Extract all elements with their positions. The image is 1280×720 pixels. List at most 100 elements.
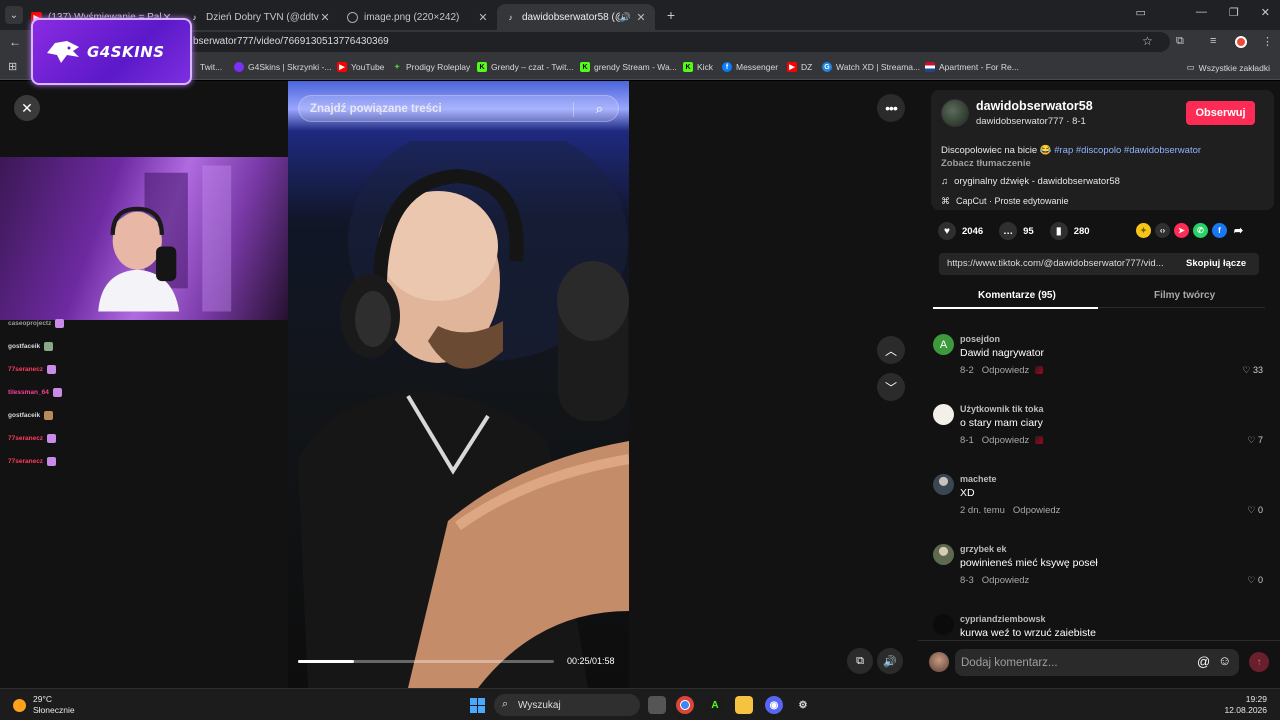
apps-grid-icon[interactable]: ⊞ (8, 60, 17, 73)
tab-comments[interactable]: Komentarze (95) (978, 290, 1056, 301)
speaker-icon[interactable]: 🔊 (620, 12, 631, 23)
copy-link-button[interactable]: Skopiuj łącze (1186, 258, 1246, 269)
close-tab-icon[interactable]: ✕ (319, 11, 331, 24)
extensions-icon[interactable]: ⧉ (1176, 35, 1184, 48)
author-avatar[interactable] (941, 99, 969, 127)
taskbar-search[interactable]: ⌕ Wyszukaj (494, 694, 640, 716)
comment-like-button[interactable]: ♡ 7 (1247, 435, 1263, 446)
translate-link[interactable]: Zobacz tłumaczenie (941, 158, 1031, 169)
send-icon[interactable]: ➤ (1174, 223, 1189, 238)
previous-video-icon[interactable]: ︿ (877, 336, 905, 364)
commenter-avatar[interactable] (933, 614, 954, 635)
tab-creator-videos[interactable]: Filmy twórcy (1154, 290, 1215, 301)
profile-avatar[interactable] (1235, 36, 1247, 48)
back-arrow-icon[interactable]: ← (4, 35, 26, 49)
reply-button[interactable]: Odpowiedz (982, 435, 1030, 446)
bookmark-item[interactable]: Twit... (200, 62, 222, 72)
chrome-icon[interactable] (676, 696, 694, 714)
commenter-name[interactable]: grzybek ek (960, 544, 1007, 554)
post-comment-button[interactable]: ↑ (1249, 652, 1269, 672)
comment-like-button[interactable]: ♡ 0 (1247, 575, 1263, 586)
bookmark-item[interactable]: f Messenger (722, 62, 778, 72)
author-username[interactable]: dawidobserwator58 (976, 99, 1093, 113)
more-options-icon[interactable]: ••• (877, 94, 905, 122)
bookmark-item[interactable]: Apartment - For Re... (925, 62, 1019, 72)
comment-like-count: 0 (1257, 505, 1263, 515)
file-explorer-icon[interactable] (735, 696, 753, 714)
comment-meta: 8-1 Odpowiedz (960, 435, 1044, 446)
arc-app-icon[interactable]: A (706, 696, 724, 714)
url-text[interactable]: bserwator777/video/7669130513776430369 (193, 36, 389, 47)
discord-icon[interactable]: ◉ (765, 696, 783, 714)
commenter-avatar[interactable] (933, 474, 954, 495)
bookmark-item[interactable]: G Watch XD | Streama... (822, 62, 920, 72)
volume-icon[interactable]: 🔊 (877, 648, 903, 674)
commenter-name[interactable]: posejdon (960, 334, 1000, 344)
commenter-avatar[interactable]: A (933, 334, 954, 355)
save-button[interactable]: ▮ 280 (1049, 222, 1090, 240)
bookmark-item[interactable]: Kgrendy Stream - Wa... (580, 62, 677, 72)
commenter-avatar[interactable] (933, 544, 954, 565)
menu-dots-icon[interactable]: ⋮ (1262, 35, 1273, 48)
commenter-avatar[interactable] (933, 404, 954, 425)
video-player[interactable]: Znajdź powiązane treści ⌕ 00:25/01:58 (288, 81, 629, 688)
browser-tab[interactable]: ♪ Dzień Dobry TVN (@ddtvn) | Tik ✕ (181, 4, 339, 30)
restore-icon[interactable]: ❐ (1229, 6, 1239, 19)
related-search-bar[interactable]: Znajdź powiązane treści ⌕ (298, 95, 619, 122)
task-view-icon[interactable] (648, 696, 666, 714)
emote-icon (47, 434, 57, 443)
close-tab-icon[interactable]: ✕ (477, 11, 489, 24)
search-icon[interactable]: ⌕ (596, 101, 603, 117)
youtube-icon: ▶ (787, 62, 797, 72)
whatsapp-icon[interactable]: ✆ (1193, 223, 1208, 238)
add-comment-input[interactable] (955, 649, 1189, 676)
system-clock[interactable]: 19:29 12.08.2026 (1224, 694, 1267, 716)
comment-like-button[interactable]: ♡ 33 (1242, 365, 1263, 376)
media-controls-icon[interactable]: ≡ (1210, 35, 1216, 47)
reply-button[interactable]: Odpowiedz (1013, 505, 1061, 516)
follow-button[interactable]: Obserwuj (1186, 101, 1255, 125)
bookmark-item[interactable]: K Grendy – czat - Twit... (477, 62, 574, 72)
all-bookmarks-folder[interactable]: ▭ Wszystkie zakładki (1187, 62, 1270, 73)
tab-search-button[interactable]: ⌄ (5, 6, 23, 24)
floating-player-icon[interactable]: ⧉ (847, 648, 873, 674)
mention-icon[interactable]: @ (1197, 654, 1210, 669)
minimize-icon[interactable]: — (1196, 6, 1207, 19)
emoji-icon[interactable]: ☺ (1218, 653, 1231, 668)
facebook-icon[interactable]: f (1212, 223, 1227, 238)
bookmark-item[interactable]: K Kick (683, 62, 713, 72)
windows-start-icon[interactable] (470, 698, 485, 713)
commenter-name[interactable]: Użytkownik tik toka (960, 404, 1044, 414)
share-link-url[interactable]: https://www.tiktok.com/@dawidobserwator7… (947, 258, 1172, 269)
like-button[interactable]: ♥ 2046 (938, 222, 983, 240)
hashtags-link[interactable]: #rap #discopolo #dawidobserwator (1054, 145, 1201, 156)
browser-tab-active[interactable]: ♪ dawidobserwator58 (@daw 🔊 ✕ (497, 4, 655, 30)
close-window-icon[interactable]: ✕ (1261, 6, 1270, 19)
reply-button[interactable]: Odpowiedz (982, 365, 1030, 376)
sound-link[interactable]: ♫ oryginalny dźwięk - dawidobserwator58 (941, 176, 1120, 187)
weather-widget[interactable]: 29°C Słonecznie (13, 694, 75, 716)
capcut-link[interactable]: ⌘ CapCut · Proste edytowanie (941, 196, 1069, 207)
bookmark-item[interactable]: ▶ DZ (787, 62, 812, 72)
video-progress-bar[interactable] (298, 660, 554, 663)
reply-button[interactable]: Odpowiedz (982, 575, 1030, 586)
comment-date: 2 dn. temu (960, 505, 1005, 516)
bookmark-item[interactable]: G4Skins | Skrzynki -... (234, 62, 331, 72)
cast-icon[interactable]: ▭ (1136, 6, 1146, 19)
browser-tab[interactable]: image.png (220×242) ✕ (339, 4, 497, 30)
bookmark-star-icon[interactable]: ☆ (1142, 34, 1153, 48)
commenter-name[interactable]: machete (960, 474, 997, 484)
comment-like-button[interactable]: ♡ 0 (1247, 505, 1263, 516)
next-video-icon[interactable]: ﹀ (877, 373, 905, 401)
new-tab-button[interactable]: + (661, 7, 681, 23)
coin-icon[interactable]: ✦ (1136, 223, 1151, 238)
bookmark-item[interactable]: ▶ YouTube (337, 62, 384, 72)
close-tab-icon[interactable]: ✕ (635, 11, 647, 24)
embed-icon[interactable]: ‹› (1155, 223, 1170, 238)
comment-button[interactable]: … 95 (999, 222, 1034, 240)
bookmark-item[interactable]: ✦ Prodigy Roleplay (392, 62, 470, 72)
commenter-name[interactable]: cypriandziembowsk (960, 614, 1046, 624)
settings-icon[interactable]: ⚙ (794, 696, 812, 714)
close-icon[interactable]: ✕ (14, 95, 40, 121)
share-arrow-icon[interactable]: ➦ (1231, 223, 1246, 238)
